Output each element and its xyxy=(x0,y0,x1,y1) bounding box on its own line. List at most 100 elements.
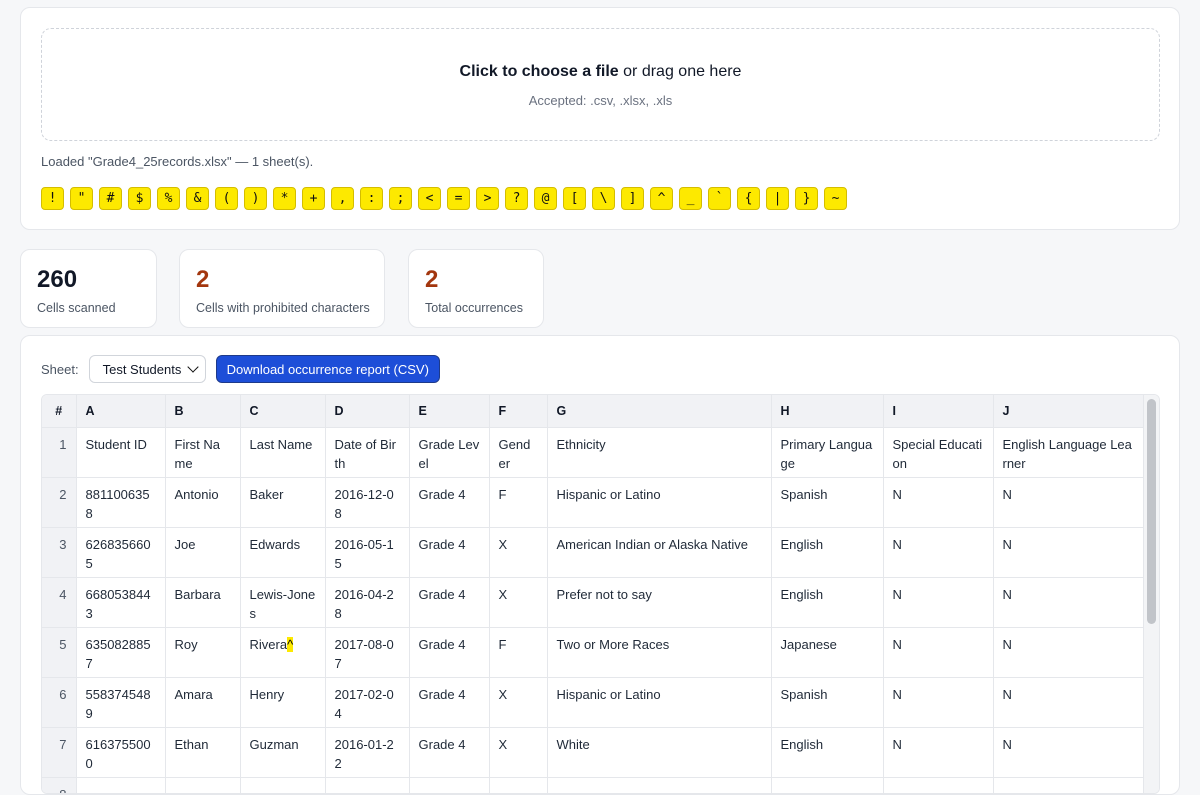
table-cell: Baker xyxy=(240,477,326,528)
table-cell: Spanish xyxy=(771,477,884,528)
prohibited-char-chip: < xyxy=(418,187,441,210)
row-number: 5 xyxy=(42,627,77,678)
table-row: 3 6268356605 Joe Edwards 2016-05-15 Grade 4XA… xyxy=(42,527,1146,578)
stat-value: 2 xyxy=(425,266,439,293)
table-cell: Grade 4 xyxy=(409,727,490,778)
table-cell: Lewis-Jones xyxy=(240,577,326,628)
prohibited-char-chip: ^ xyxy=(650,187,673,210)
table-toolbar: Sheet: Test Students Download occurrence… xyxy=(41,355,440,383)
table-cell xyxy=(993,777,1146,793)
accepted-formats: Accepted: .csv, .xlsx, .xls xyxy=(528,93,673,108)
prohibited-char-chip: ; xyxy=(389,187,412,210)
table-cell: Grade Level xyxy=(409,427,490,478)
prohibited-char-chip: ) xyxy=(244,187,267,210)
column-header: I xyxy=(883,395,994,428)
prohibited-char-chip: @ xyxy=(534,187,557,210)
stat-label: Cells scanned xyxy=(37,301,116,315)
table-cell: Spanish xyxy=(771,677,884,728)
table-cell: English xyxy=(771,527,884,578)
table-cell xyxy=(547,777,772,793)
table-cell: Rivera^ xyxy=(240,627,326,678)
table-cell: X xyxy=(489,527,548,578)
table-card: Sheet: Test Students Download occurrence… xyxy=(20,335,1180,795)
table-cell: N xyxy=(883,577,994,628)
table-scrollbar[interactable] xyxy=(1143,395,1159,793)
table-row: 8 xyxy=(42,777,1146,793)
table-cell: 2016-04-28 xyxy=(325,577,410,628)
table-cell: Gender xyxy=(489,427,548,478)
prohibited-char-highlight: ^ xyxy=(287,636,294,652)
table-row: 4 6680538443 Barbara Lewis-Jones 2016-04-28 G… xyxy=(42,577,1146,628)
row-number: 1 xyxy=(42,427,77,478)
table-cell: Grade 4 xyxy=(409,677,490,728)
table-row: 1 Student ID First Name Last Name Date of Bi… xyxy=(42,427,1146,478)
stat-label: Total occurrences xyxy=(425,301,523,315)
table-cell xyxy=(409,777,490,793)
table-cell xyxy=(325,777,410,793)
table-cell: X xyxy=(489,677,548,728)
table-cell: N xyxy=(993,727,1146,778)
table-cell: Date of Birth xyxy=(325,427,410,478)
table-cell: F xyxy=(489,477,548,528)
table-cell: N xyxy=(883,677,994,728)
column-header: F xyxy=(489,395,548,428)
sheet-table-container[interactable]: # A B C D E F G H I J 1 Student ID First Name Last Na… xyxy=(41,394,1160,794)
table-cell: Joe xyxy=(165,527,241,578)
file-dropzone[interactable]: Click to choose a file or drag one here … xyxy=(41,28,1160,141)
sheet-label: Sheet: xyxy=(41,361,79,377)
table-cell: N xyxy=(883,527,994,578)
prohibited-char-chip: | xyxy=(766,187,789,210)
row-number: 6 xyxy=(42,677,77,728)
prohibited-char-chip: ( xyxy=(215,187,238,210)
row-number: 4 xyxy=(42,577,77,628)
prohibited-char-chip: : xyxy=(360,187,383,210)
row-number: 7 xyxy=(42,727,77,778)
table-cell: N xyxy=(883,477,994,528)
sheet-select[interactable]: Test Students xyxy=(88,355,206,383)
column-header: H xyxy=(771,395,884,428)
table-cell: Henry xyxy=(240,677,326,728)
table-cell: F xyxy=(489,627,548,678)
prohibited-char-chip: ` xyxy=(708,187,731,210)
table-cell: X xyxy=(489,727,548,778)
table-cell: N xyxy=(993,527,1146,578)
table-cell: Grade 4 xyxy=(409,577,490,628)
stat-value: 260 xyxy=(37,266,78,293)
prohibited-char-chip: > xyxy=(476,187,499,210)
sheet-table: # A B C D E F G H I J 1 Student ID First Name Last Na… xyxy=(42,395,1146,793)
prohibited-char-chip: , xyxy=(331,187,354,210)
prohibited-char-chip: + xyxy=(302,187,325,210)
table-cell: 2016-05-15 xyxy=(325,527,410,578)
table-cell xyxy=(165,777,241,793)
table-row: 2 8811006358 Antonio Baker 2016-12-08 Grade 4… xyxy=(42,477,1146,528)
table-cell: X xyxy=(489,577,548,628)
dropzone-prompt: Click to choose a file or drag one here xyxy=(459,63,742,80)
table-cell: 2016-12-08 xyxy=(325,477,410,528)
row-number: 3 xyxy=(42,527,77,578)
column-header: B xyxy=(165,395,241,428)
table-cell xyxy=(771,777,884,793)
table-header-row: # A B C D E F G H I J xyxy=(42,395,1146,428)
table-cell: 8811006358 xyxy=(76,477,166,528)
table-cell: N xyxy=(883,627,994,678)
table-cell xyxy=(240,777,326,793)
table-cell: White xyxy=(547,727,772,778)
table-cell: Edwards xyxy=(240,527,326,578)
column-header: G xyxy=(547,395,772,428)
table-cell xyxy=(76,777,166,793)
prohibited-char-chip: " xyxy=(70,187,93,210)
table-cell xyxy=(489,777,548,793)
download-report-button[interactable]: Download occurrence report (CSV) xyxy=(215,355,440,383)
table-row: 5 6350828857 Roy Rivera^ 2017-08-07 Grade 4FT… xyxy=(42,627,1146,678)
prohibited-char-chip: # xyxy=(99,187,122,210)
stat-cells-prohibited: 2 Cells with prohibited characters xyxy=(179,249,385,328)
column-header: A xyxy=(76,395,166,428)
prohibited-char-chip: ~ xyxy=(824,187,847,210)
table-cell: 2017-08-07 xyxy=(325,627,410,678)
prohibited-char-chip: = xyxy=(447,187,470,210)
scrollbar-thumb[interactable] xyxy=(1147,399,1156,624)
table-cell xyxy=(883,777,994,793)
table-cell: Ethan xyxy=(165,727,241,778)
loaded-file-status: Loaded "Grade4_25records.xlsx" — 1 sheet… xyxy=(41,154,314,169)
table-cell: N xyxy=(993,577,1146,628)
